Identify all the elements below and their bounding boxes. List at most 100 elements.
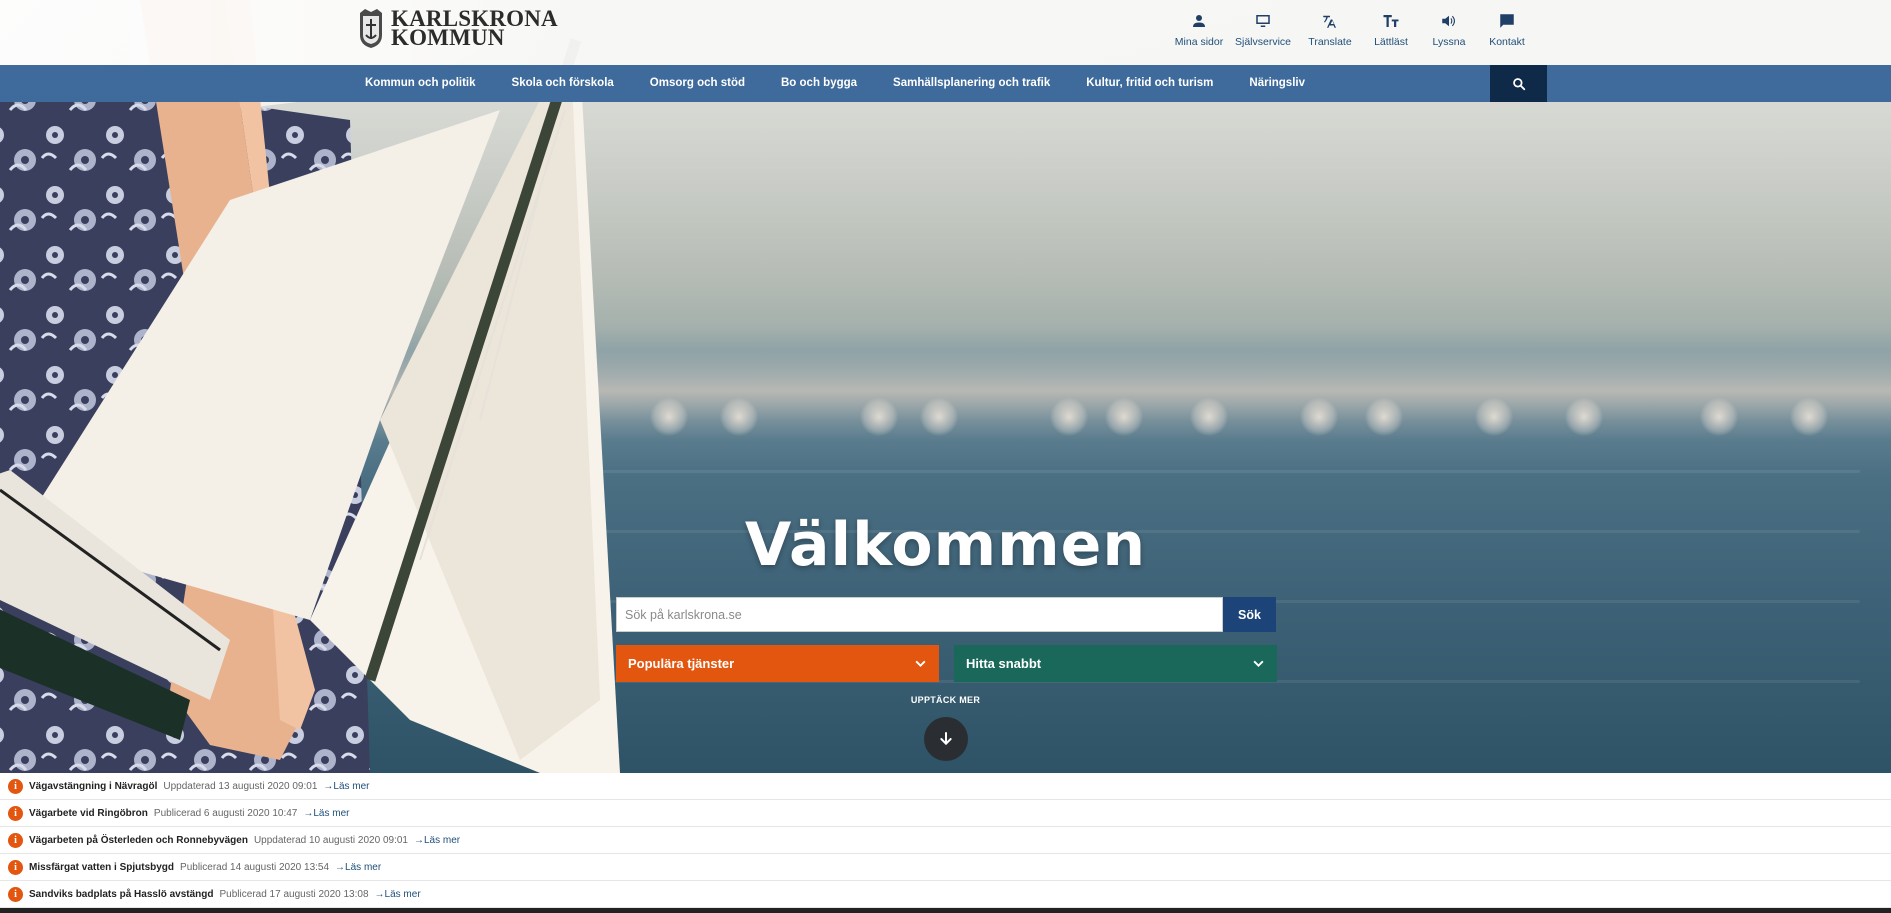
- notice-date: Uppdaterad 10 augusti 2020 09:01: [253, 834, 408, 846]
- chevron-down-icon: [915, 660, 926, 668]
- search-icon: [1512, 77, 1525, 90]
- popular-services-dropdown[interactable]: Populära tjänster: [616, 645, 939, 682]
- notice-item: i Missfärgat vatten i Spjutsbygd Publice…: [0, 854, 1891, 881]
- bokeh-light: [720, 398, 758, 436]
- lyssna-label: Lyssna: [1432, 36, 1466, 48]
- header-utility-links: Mina sidor Självservice Translate Lättlä…: [1170, 10, 1536, 48]
- notice-title: Missfärgat vatten i Spjutsbygd: [29, 861, 175, 873]
- bottom-divider: [0, 908, 1891, 913]
- nav-item-kultur-fritid-och-turism[interactable]: Kultur, fritid och turism: [1068, 65, 1231, 102]
- notice-date: Uppdaterad 13 augusti 2020 09:01: [163, 780, 318, 792]
- nav-item-omsorg-och-stod[interactable]: Omsorg och stöd: [632, 65, 763, 102]
- read-more-label: Läs mer: [313, 807, 350, 819]
- read-more-label: Läs mer: [423, 834, 461, 846]
- notice-date: Publicerad 6 augusti 2020 10:47: [153, 807, 298, 819]
- bokeh-light: [1475, 398, 1513, 436]
- mina-sidor-label: Mina sidor: [1174, 36, 1224, 48]
- sjalvservice-link[interactable]: Självservice: [1228, 10, 1298, 48]
- hero-search: Sök: [616, 597, 1276, 632]
- notice-title: Vägavstängning i Nävragöl: [29, 780, 158, 792]
- bokeh-light: [1300, 398, 1338, 436]
- notice-item: i Sandviks badplats på Hasslö avstängd P…: [0, 881, 1891, 908]
- sjalvservice-label: Självservice: [1234, 36, 1292, 48]
- bokeh-light: [920, 398, 958, 436]
- discover-more-label: UPPTÄCK MER: [910, 695, 981, 705]
- nav-menu: Kommun och politik Skola och förskola Om…: [347, 65, 1323, 102]
- info-icon: i: [8, 886, 23, 902]
- bokeh-light: [1190, 398, 1228, 436]
- notice-item: i Vägarbeten på Österleden och Ronnebyvä…: [0, 827, 1891, 854]
- arrow-right-icon: →: [374, 888, 385, 900]
- translate-label: Translate: [1308, 36, 1352, 48]
- chevron-down-icon: [1253, 660, 1264, 668]
- hero-search-input[interactable]: [616, 597, 1223, 632]
- bokeh-light: [650, 398, 688, 436]
- nav-item-kommun-och-politik[interactable]: Kommun och politik: [347, 65, 494, 102]
- arrow-right-icon: →: [335, 861, 346, 873]
- info-icon: i: [8, 778, 23, 794]
- arrow-right-icon: →: [303, 807, 314, 819]
- hero-title: Välkommen: [744, 510, 1147, 580]
- monitor-icon: [1256, 15, 1270, 27]
- mina-sidor-link[interactable]: Mina sidor: [1170, 10, 1228, 48]
- read-more-link[interactable]: →Läs mer: [414, 835, 460, 846]
- translate-icon: [1323, 15, 1336, 28]
- notice-title: Vägarbete vid Ringöbron: [29, 807, 148, 819]
- notice-title: Sandviks badplats på Hasslö avstängd: [29, 888, 214, 900]
- read-more-link[interactable]: →Läs mer: [375, 889, 421, 900]
- read-more-link[interactable]: →Läs mer: [323, 781, 369, 792]
- bokeh-light: [1700, 398, 1738, 436]
- hero-background: [0, 0, 1891, 773]
- info-icon: i: [8, 832, 23, 848]
- speaker-icon: [1442, 15, 1455, 27]
- popular-services-label: Populära tjänster: [628, 656, 735, 671]
- read-more-label: Läs mer: [345, 861, 382, 873]
- lyssna-link[interactable]: Lyssna: [1420, 10, 1478, 48]
- kontakt-label: Kontakt: [1489, 36, 1525, 48]
- nav-item-skola-och-forskola[interactable]: Skola och förskola: [494, 65, 632, 102]
- find-quickly-label: Hitta snabbt: [966, 656, 1042, 671]
- chat-icon: [1500, 14, 1514, 28]
- logo-text: KARLSKRONA KOMMUN: [391, 7, 558, 49]
- lattlast-label: Lättläst: [1374, 36, 1408, 48]
- site-logo[interactable]: KARLSKRONA KOMMUN: [357, 7, 558, 49]
- arrow-down-icon: [940, 732, 952, 746]
- read-more-label: Läs mer: [384, 888, 421, 900]
- notice-list: i Vägavstängning i Nävragöl Uppdaterad 1…: [0, 773, 1891, 908]
- kontakt-link[interactable]: Kontakt: [1478, 10, 1536, 48]
- nav-item-samhallsplanering-och-trafik[interactable]: Samhällsplanering och trafik: [875, 65, 1068, 102]
- notice-date: Publicerad 17 augusti 2020 13:08: [219, 888, 369, 900]
- water-ripple: [560, 470, 1860, 473]
- notice-item: i Vägarbete vid Ringöbron Publicerad 6 a…: [0, 800, 1891, 827]
- lattlast-link[interactable]: Lättläst: [1362, 10, 1420, 48]
- coat-of-arms-icon: [360, 9, 382, 48]
- read-more-label: Läs mer: [333, 780, 370, 792]
- notice-title: Vägarbeten på Österleden och Ronnebyväge…: [29, 834, 248, 846]
- translate-link[interactable]: Translate: [1298, 10, 1362, 48]
- notice-item: i Vägavstängning i Nävragöl Uppdaterad 1…: [0, 773, 1891, 800]
- hero-search-button[interactable]: Sök: [1223, 597, 1276, 632]
- bokeh-light: [860, 398, 898, 436]
- text-size-icon: [1383, 15, 1399, 27]
- bokeh-light: [1565, 398, 1603, 436]
- read-more-link[interactable]: →Läs mer: [335, 862, 381, 873]
- nav-item-naringsliv[interactable]: Näringsliv: [1231, 65, 1323, 102]
- nav-item-bo-och-bygga[interactable]: Bo och bygga: [763, 65, 875, 102]
- arrow-right-icon: →: [323, 780, 334, 792]
- bokeh-light: [1365, 398, 1403, 436]
- bokeh-light: [1050, 398, 1088, 436]
- bokeh-light: [1790, 398, 1828, 436]
- read-more-link[interactable]: →Läs mer: [303, 808, 349, 819]
- person-icon: [1193, 15, 1205, 27]
- notice-date: Publicerad 14 augusti 2020 13:54: [180, 861, 330, 873]
- scroll-down-button[interactable]: [924, 717, 968, 761]
- arrow-right-icon: →: [413, 834, 424, 846]
- person-with-sailboat-illustration: [0, 0, 620, 773]
- info-icon: i: [8, 859, 23, 875]
- nav-search-button[interactable]: [1490, 65, 1547, 102]
- find-quickly-dropdown[interactable]: Hitta snabbt: [954, 645, 1277, 682]
- site-header: KARLSKRONA KOMMUN Mina sidor Självservic…: [0, 0, 1891, 65]
- main-navigation: Kommun och politik Skola och förskola Om…: [0, 65, 1891, 102]
- bokeh-light: [1105, 398, 1143, 436]
- info-icon: i: [8, 805, 23, 821]
